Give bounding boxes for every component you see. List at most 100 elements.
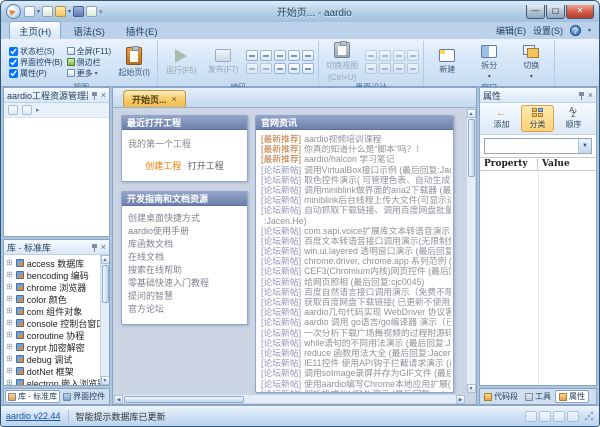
expand-icon[interactable]: ⊞ xyxy=(6,319,13,327)
doc-link[interactable]: 官方论坛 xyxy=(128,303,241,316)
search-icon[interactable] xyxy=(288,63,300,74)
arrange-icon[interactable] xyxy=(407,50,419,61)
scroll-thumb[interactable] xyxy=(102,265,109,303)
news-item[interactable]: [论坛新帖]取色控件演示( 可管理色表、自动生成配色方案 ) xyxy=(261,175,451,185)
library-tree-item[interactable]: ⊞ dotNet 框架 xyxy=(6,365,99,377)
lock-icon[interactable] xyxy=(407,63,419,74)
resize-grip[interactable] xyxy=(584,411,594,421)
explorer-tree[interactable] xyxy=(4,118,109,236)
news-item[interactable]: [论坛新帖]百度文本转语音接口调用演示(无限制免费调用) ( xyxy=(261,236,451,246)
news-item[interactable]: [论坛新帖]百度自然语言接口调用演示（免费不限调用次数 xyxy=(261,287,451,297)
layout-2-icon[interactable] xyxy=(539,411,551,422)
pin-icon[interactable] xyxy=(578,91,585,100)
version-link[interactable]: aardio v22.44 xyxy=(6,411,61,421)
save-project-icon[interactable] xyxy=(22,105,32,115)
help-icon[interactable]: ? xyxy=(570,25,581,36)
expand-icon[interactable]: ⊞ xyxy=(6,307,13,315)
news-item[interactable]: :Jacen.He) xyxy=(261,216,451,226)
doc-link[interactable]: 提问的智慧 xyxy=(128,290,241,303)
expand-icon[interactable]: ⊞ xyxy=(6,343,13,351)
expand-icon[interactable]: ⊞ xyxy=(6,271,13,279)
scroll-down-icon[interactable]: ▼ xyxy=(467,384,476,393)
sidebar-button[interactable]: 侧边栏 xyxy=(67,57,112,67)
indent-icon[interactable] xyxy=(288,50,300,61)
news-item[interactable]: [最新推荐]你真的知道什么是“脚本”吗？！ xyxy=(261,144,451,154)
outdent-icon[interactable] xyxy=(302,50,314,61)
toolbar-more-icon[interactable]: ▸ xyxy=(36,106,40,114)
doc-link[interactable]: 库函数文档 xyxy=(128,238,241,251)
library-tree-item[interactable]: ⊞ com 组件对象 xyxy=(6,305,99,317)
tab-start-page[interactable]: 开始页... × xyxy=(123,90,186,107)
library-tree-item[interactable]: ⊞ bencoding 编码 xyxy=(6,269,99,281)
pin-icon[interactable] xyxy=(91,243,98,252)
expand-icon[interactable]: ⊞ xyxy=(6,295,13,303)
expand-icon[interactable]: ⊞ xyxy=(6,379,13,385)
library-tree-item[interactable]: ⊞ electron 嵌入浏览器 xyxy=(6,377,99,385)
column-value[interactable]: Value xyxy=(538,158,596,170)
news-item[interactable]: [论坛新帖]使用aardio编写Chrome本地应用扩展(Native M xyxy=(261,379,451,389)
sort-order-button[interactable]: A↓Z 顺序 xyxy=(557,105,590,132)
news-item[interactable]: [论坛新帖]解析格式化HTML演示 (最后回复:saturn88) xyxy=(261,389,451,392)
close-icon[interactable]: × xyxy=(101,91,106,100)
scroll-thumb[interactable] xyxy=(124,396,244,403)
news-item[interactable]: [论坛新帖]给网页照相 (最后回复:cjc0045) xyxy=(261,277,451,287)
paste-icon[interactable] xyxy=(274,50,286,61)
more-button[interactable]: 更多▾ xyxy=(67,68,112,78)
expand-icon[interactable]: ⊞ xyxy=(6,283,13,291)
news-item[interactable]: [论坛新帖]com.sapi.voice扩展库文本转语音演示 (最后回复 xyxy=(261,226,451,236)
properties-checkbox[interactable] xyxy=(9,69,18,78)
doc-link[interactable]: 零基础快速入门教程 xyxy=(128,277,241,290)
fullscreen-button[interactable]: 全屏(F11) xyxy=(67,46,112,56)
news-item[interactable]: [论坛新帖]调用soImage录屏并存为GIF文件 (最后回复:Jac xyxy=(261,368,451,378)
expand-icon[interactable]: ⊞ xyxy=(6,331,13,339)
startpage-vscrollbar[interactable]: ▲ ▼ xyxy=(466,109,475,393)
console-window-icon[interactable] xyxy=(42,6,53,17)
tab-tools[interactable]: 工具 xyxy=(522,390,554,403)
start-page-button[interactable]: 起始页(I) xyxy=(115,42,153,82)
toggle-view-button[interactable]: 切换视图 (Ctrl+U) xyxy=(323,42,361,82)
tab-plugins[interactable]: 插件(E) xyxy=(117,22,167,39)
comment-icon[interactable] xyxy=(274,63,286,74)
property-grid[interactable] xyxy=(480,171,596,385)
chevron-down-icon[interactable]: ▼ xyxy=(578,139,591,153)
news-item[interactable]: [论坛新帖]chrome.driver, chrome.app 系列范例 (最后… xyxy=(261,256,451,266)
same-width-icon[interactable] xyxy=(379,63,391,74)
tab-ui-controls[interactable]: 界面控件 xyxy=(61,390,107,403)
layout-4-icon[interactable] xyxy=(567,411,579,422)
new-window-button[interactable]: 新建 xyxy=(428,42,466,82)
scroll-left-icon[interactable]: ◀ xyxy=(114,395,123,404)
expand-icon[interactable]: ⊞ xyxy=(6,367,13,375)
menu-settings[interactable]: 设置(S) xyxy=(533,24,563,37)
anchor-icon[interactable] xyxy=(393,63,405,74)
maximize-button[interactable]: ▢ xyxy=(546,5,565,19)
news-item[interactable]: [论坛新帖]一次分析下载广场舞视频的过程附源码...... (最后 xyxy=(261,328,451,338)
switch-button[interactable]: 切换 ▾ xyxy=(512,42,550,82)
library-tree-item[interactable]: ⊞ access 数据库 xyxy=(6,257,99,269)
recent-project-link[interactable]: 我的第一个工程 xyxy=(128,137,241,150)
doc-link[interactable]: aardio使用手册 xyxy=(128,225,241,238)
align-left-icon[interactable] xyxy=(365,50,377,61)
pin-icon[interactable] xyxy=(91,91,98,100)
news-item[interactable]: [论坛新帖]获取百度网盘下载链接( 已更新不使用浏览器控件 xyxy=(261,297,451,307)
object-selector-combobox[interactable]: ▼ xyxy=(484,138,592,154)
tab-syntax[interactable]: 语法(S) xyxy=(64,22,114,39)
copy-icon[interactable] xyxy=(260,50,272,61)
same-size-icon[interactable] xyxy=(365,63,377,74)
tab-snippets[interactable]: 代码段 xyxy=(481,390,521,403)
ui-controls-checkbox[interactable] xyxy=(9,58,18,67)
redo-icon[interactable] xyxy=(260,63,272,74)
tab-standard-library[interactable]: 库 - 标准库 xyxy=(5,390,60,403)
align-right-icon[interactable] xyxy=(393,50,405,61)
expand-icon[interactable]: ⊞ xyxy=(6,355,13,363)
news-item[interactable]: [最新推荐]aardio视频培训课程 xyxy=(261,134,451,144)
news-item[interactable]: [论坛新帖]while语句的不同用法演示 (最后回复:Jacen.He) xyxy=(261,338,451,348)
news-item[interactable]: [论坛新帖]reduce 函数用法大全 (最后回复:Jacen.He) xyxy=(261,348,451,358)
library-tree-item[interactable]: ⊞ debug 调试 xyxy=(6,353,99,365)
statusbar-checkbox[interactable] xyxy=(9,47,18,56)
menu-edit[interactable]: 编辑(E) xyxy=(496,24,526,37)
library-scrollbar[interactable]: ▲ ▼ xyxy=(100,255,109,385)
add-property-button[interactable]: ← 添加 xyxy=(485,105,518,132)
library-tree-item[interactable]: ⊞ color 颜色 xyxy=(6,293,99,305)
startpage-hscrollbar[interactable]: ◀ ▶ xyxy=(114,394,465,403)
scroll-thumb[interactable] xyxy=(468,119,475,177)
